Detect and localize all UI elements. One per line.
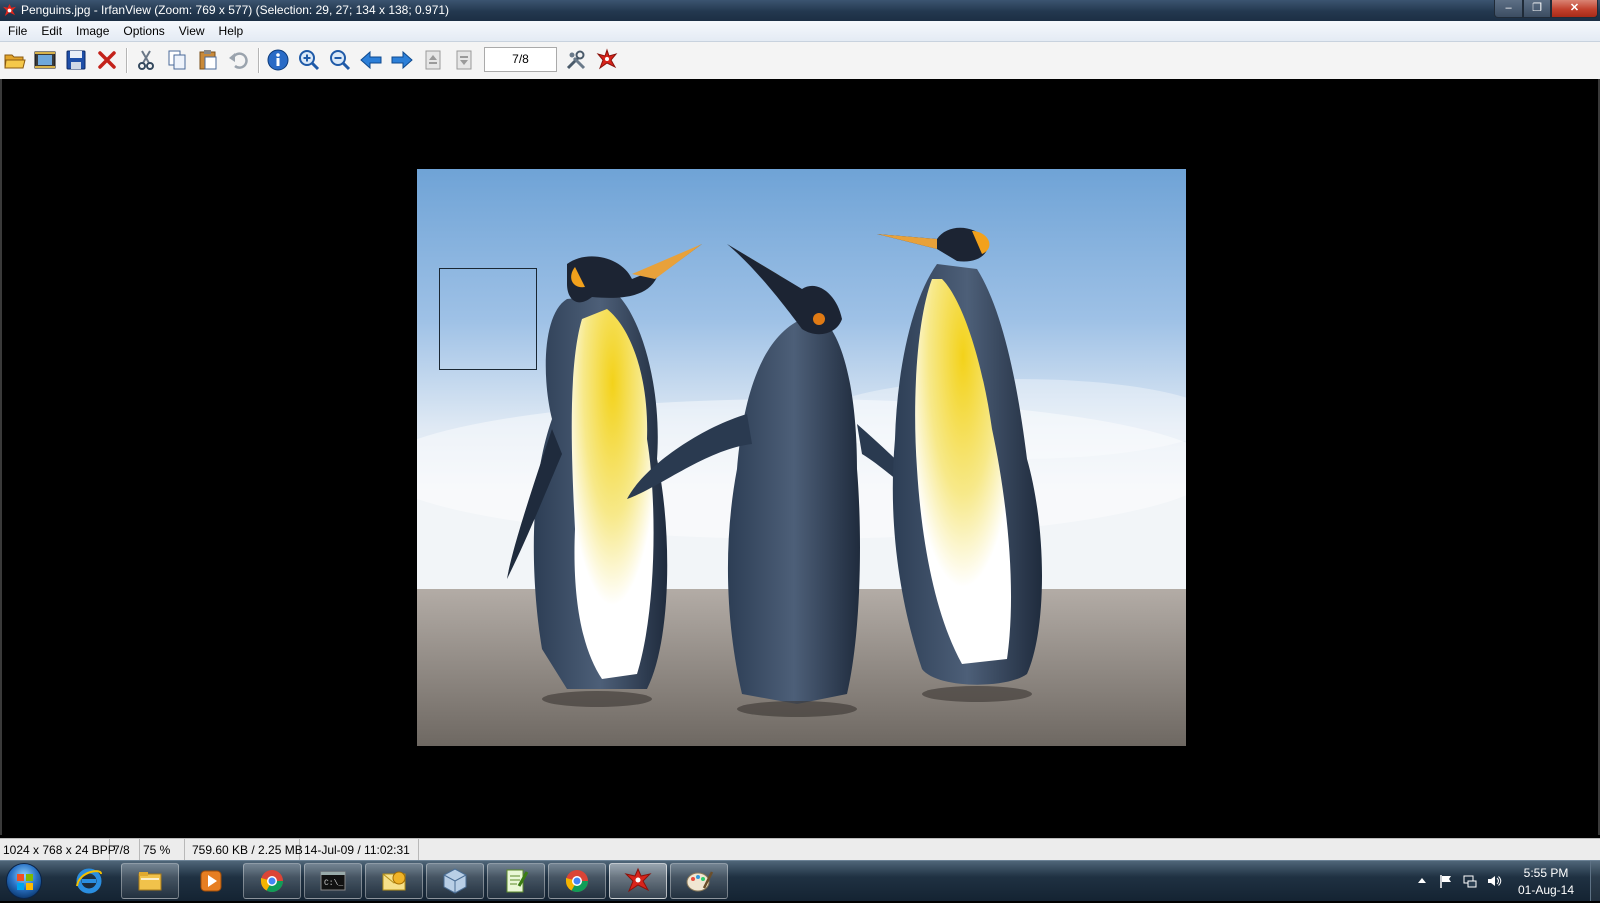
previous-icon[interactable]	[358, 47, 384, 73]
minimize-button[interactable]: –	[1494, 0, 1523, 18]
start-button[interactable]	[6, 863, 42, 899]
outlook-icon[interactable]	[365, 863, 423, 899]
status-bar: 1024 x 768 x 24 BPP 7/8 75 % 759.60 KB /…	[0, 838, 1600, 861]
zoom-in-icon[interactable]	[296, 47, 322, 73]
status-date: 14-Jul-09 / 11:02:31	[301, 839, 419, 861]
window-title: Penguins.jpg - IrfanView (Zoom: 769 x 57…	[21, 3, 450, 17]
settings-icon[interactable]	[563, 47, 589, 73]
show-desktop-button[interactable]	[1590, 861, 1600, 901]
show-hidden-icons-icon[interactable]	[1414, 873, 1430, 889]
info-icon[interactable]	[265, 47, 291, 73]
virtualbox-icon[interactable]	[426, 863, 484, 899]
toolbar-separator	[258, 48, 260, 73]
irfanview-logo-icon[interactable]	[594, 47, 620, 73]
paste-icon[interactable]	[195, 47, 221, 73]
title-bar[interactable]: Penguins.jpg - IrfanView (Zoom: 769 x 57…	[0, 0, 1600, 21]
close-button[interactable]: ✕	[1551, 0, 1598, 18]
action-center-flag-icon[interactable]	[1438, 873, 1454, 889]
internet-explorer-icon[interactable]	[60, 863, 118, 899]
toolbar-separator	[126, 48, 128, 73]
status-dimensions: 1024 x 768 x 24 BPP	[0, 839, 116, 861]
first-page-icon[interactable]	[420, 47, 446, 73]
chrome-icon-2[interactable]	[548, 863, 606, 899]
next-icon[interactable]	[389, 47, 415, 73]
status-filesize: 759.60 KB / 2.25 MB	[189, 839, 303, 861]
delete-icon[interactable]	[94, 47, 120, 73]
clock-time[interactable]: 5:55 PM	[1506, 866, 1586, 880]
windows-explorer-icon[interactable]	[121, 863, 179, 899]
undo-icon[interactable]	[226, 47, 252, 73]
status-zoom: 75 %	[140, 839, 185, 861]
menu-view[interactable]: View	[172, 21, 212, 41]
page-indicator[interactable]: 7/8	[484, 47, 557, 72]
paint-icon[interactable]	[670, 863, 728, 899]
volume-icon[interactable]	[1486, 873, 1502, 889]
menu-bar: File Edit Image Options View Help	[0, 21, 1600, 42]
chrome-icon[interactable]	[243, 863, 301, 899]
svg-text:C:\_: C:\_	[324, 879, 343, 888]
copy-icon[interactable]	[164, 47, 190, 73]
media-player-icon[interactable]	[182, 863, 240, 899]
save-icon[interactable]	[63, 47, 89, 73]
status-index: 7/8	[110, 839, 140, 861]
penguins-photo[interactable]	[417, 169, 1186, 746]
command-prompt-icon[interactable]: C:\_	[304, 863, 362, 899]
last-page-icon[interactable]	[451, 47, 477, 73]
slideshow-icon[interactable]	[32, 47, 58, 73]
menu-file[interactable]: File	[0, 21, 34, 41]
cut-icon[interactable]	[133, 47, 159, 73]
menu-options[interactable]: Options	[116, 21, 171, 41]
toolbar: 7/8	[0, 42, 1600, 80]
taskbar: C:\_ 5:55 PM 01-Aug-14	[0, 860, 1600, 901]
clock-date[interactable]: 01-Aug-14	[1506, 883, 1586, 897]
notepad-plus-icon[interactable]	[487, 863, 545, 899]
irfanview-app-icon[interactable]	[2, 3, 17, 18]
selection-rectangle[interactable]	[439, 268, 537, 370]
open-folder-icon[interactable]	[2, 47, 28, 73]
irfanview-taskbar-icon[interactable]	[609, 863, 667, 899]
zoom-out-icon[interactable]	[327, 47, 353, 73]
menu-edit[interactable]: Edit	[34, 21, 69, 41]
menu-image[interactable]: Image	[69, 21, 116, 41]
menu-help[interactable]: Help	[212, 21, 251, 41]
image-viewport[interactable]	[0, 79, 1600, 835]
maximize-button[interactable]: ❐	[1523, 0, 1551, 18]
network-icon[interactable]	[1462, 873, 1478, 889]
